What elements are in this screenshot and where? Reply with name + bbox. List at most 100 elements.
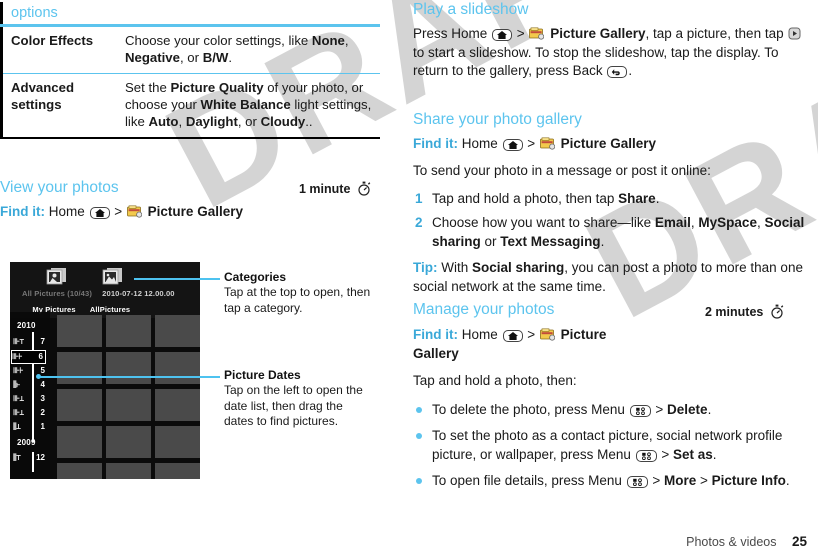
bullet-text: To open file details, press Menu > More … [432,473,790,488]
picture-gallery-icon [127,204,143,218]
thumbnail-cell[interactable] [106,426,151,458]
menu-key-icon [626,476,648,488]
thumbnail-cell[interactable] [57,463,102,479]
share-intro-text: To send your photo in a message or post … [413,163,711,178]
page-footer: Photos & videos 25 [686,534,807,549]
callout-title-picture-dates: Picture Dates [224,368,301,382]
date-month-number: 7 [40,337,45,346]
metadata-datetime: 2010-07-12 12.00.00 [102,289,175,298]
date-row-month-2[interactable]: ⊪⊥ 2 [13,407,47,420]
all-pictures-icon [95,266,125,290]
step-text: Tap and hold a photo, then tap Share. [432,190,660,206]
date-glyph: ⊪⊦ [13,366,24,375]
date-month-number: 4 [40,380,45,389]
section-share-gallery: Share your photo gallery Find it: Home >… [413,110,805,296]
date-row-month-3[interactable]: ⊪⊥ 3 [13,393,47,406]
time-badge-manage-photos: 2 minutes [705,304,784,322]
date-row-month-1[interactable]: ⫼⊥ 1 [13,421,47,434]
picture-gallery-icon [529,27,545,40]
date-row-month-7[interactable]: ⊪⊤ 7 [13,336,47,349]
callout-title-categories: Categories [224,270,287,284]
manual-page: options Color Effects Choose your color … [0,0,818,555]
list-item: To delete the photo, press Menu > Delete… [413,401,805,420]
tip-text: With Social sharing, you can post a phot… [413,260,803,294]
thumbnail-cell[interactable] [57,315,102,347]
date-glyph: ⊪⊦ [12,352,23,361]
date-year-2009: 2009 [17,438,36,447]
phone-screenshot: My Pictures AllPictures All Pictures (10… [10,262,200,479]
list-item: 1 Tap and hold a photo, then tap Share. [413,190,805,209]
callout-body-picture-dates: Tap on the left to open the date list, t… [224,383,363,428]
date-row-month-6-selected[interactable]: ⊪⊦ 6 [11,350,46,364]
date-glyph: ⫼⊦ [13,380,20,389]
camera-options-table: options Color Effects Choose your color … [0,2,380,139]
date-year-2010: 2010 [17,321,36,330]
callout-body-categories: Tap at the top to open, then tap a categ… [224,285,371,315]
thumbnail-cell[interactable] [155,389,200,421]
gallery-figure: My Pictures AllPictures All Pictures (10… [0,262,392,492]
thumbnail-cell[interactable] [106,352,151,384]
stopwatch-icon [357,181,371,199]
findit-view-photos: Find it: Home > Picture Gallery [0,202,392,221]
menu-key-icon [629,404,651,417]
findit-manage-photos: Find it: Home > Picture [413,325,805,344]
findit-path: Home > Picture Gallery [48,204,243,219]
section-manage-photos: Manage your photos 2 minutes Find it: Ho… [413,300,805,499]
thumbnail-cell[interactable] [155,315,200,347]
options-table-header: options [1,2,380,27]
section-heading-share-gallery: Share your photo gallery [413,111,582,128]
footer-page-number: 25 [791,534,807,549]
date-month-number: 1 [40,422,45,431]
date-row-month-12[interactable]: ⫼⊤ 12 [13,452,47,465]
tip-label: Tip: [413,260,438,275]
slideshow-icon [788,27,801,40]
thumbnail-cell[interactable] [57,426,102,458]
findit-share-gallery: Find it: Home > Picture Gallery [413,134,805,153]
date-glyph: ⊪⊥ [13,394,24,403]
list-item: To open file details, press Menu > More … [413,472,805,491]
stopwatch-icon [770,304,784,322]
findit-label: Find it: [0,204,45,219]
thumbnail-cell[interactable] [106,463,151,479]
step-number: 2 [415,215,423,230]
date-month-number: 12 [36,453,45,462]
date-glyph: ⫼⊤ [13,453,21,462]
thumbnail-cell[interactable] [155,463,200,479]
option-desc-advanced-settings: Set the Picture Quality of your photo, o… [117,73,380,139]
table-row: Advanced settings Set the Picture Qualit… [1,73,380,139]
date-row-month-4[interactable]: ⫼⊦ 4 [13,379,47,392]
picture-gallery-icon [540,136,556,150]
bullet-dot-icon [416,478,422,484]
bullet-dot-icon [416,433,422,439]
date-month-number: 2 [40,408,45,417]
thumbnail-cell[interactable] [106,389,151,421]
date-month-number: 6 [38,352,43,361]
thumbnail-cell[interactable] [57,352,102,384]
share-tip: Tip: With Social sharing, you can post a… [413,259,805,296]
back-key-icon [607,66,628,78]
list-item: 2 Choose how you want to share—like Emai… [413,214,805,251]
thumbnail-cell[interactable] [155,426,200,458]
menu-key-icon [635,449,657,462]
footer-section-name: Photos & videos [686,535,777,549]
bullet-text: To set the photo as a contact picture, s… [432,428,783,462]
section-play-slideshow: Play a slideshow Press Home > Picture Ga… [413,0,805,81]
date-glyph: ⫼⊥ [13,422,21,431]
home-key-icon [502,139,523,151]
step-number: 1 [415,190,423,206]
home-key-icon [502,330,523,342]
options-table-header-row: options [1,2,380,27]
manage-bullets-list: To delete the photo, press Menu > Delete… [413,401,805,491]
callout-line-picture-dates [40,376,220,378]
bullet-text: To delete the photo, press Menu > Delete… [432,401,712,417]
my-pictures-icon [39,266,69,290]
findit-manage-photos-cont: Gallery [413,346,459,361]
findit-path: Home > Picture Gallery [461,136,656,151]
date-list[interactable]: 2010 ⊪⊤ 7 ⊪⊦ 6 ⊪⊦ 5 ⫼⊦ 4 ⊪⊥ 3 ⊪⊥ 2 ⫼⊥ 1 … [10,312,50,479]
callout-line-categories [134,278,220,280]
thumbnail-cell[interactable] [106,315,151,347]
thumbnail-cell[interactable] [57,389,102,421]
thumbnail-cell[interactable] [155,352,200,384]
screenshot-metadata: All Pictures (10/43) 2010-07-12 12.00.00 [22,289,200,298]
time-badge-view-photos: 1 minute [299,181,371,199]
